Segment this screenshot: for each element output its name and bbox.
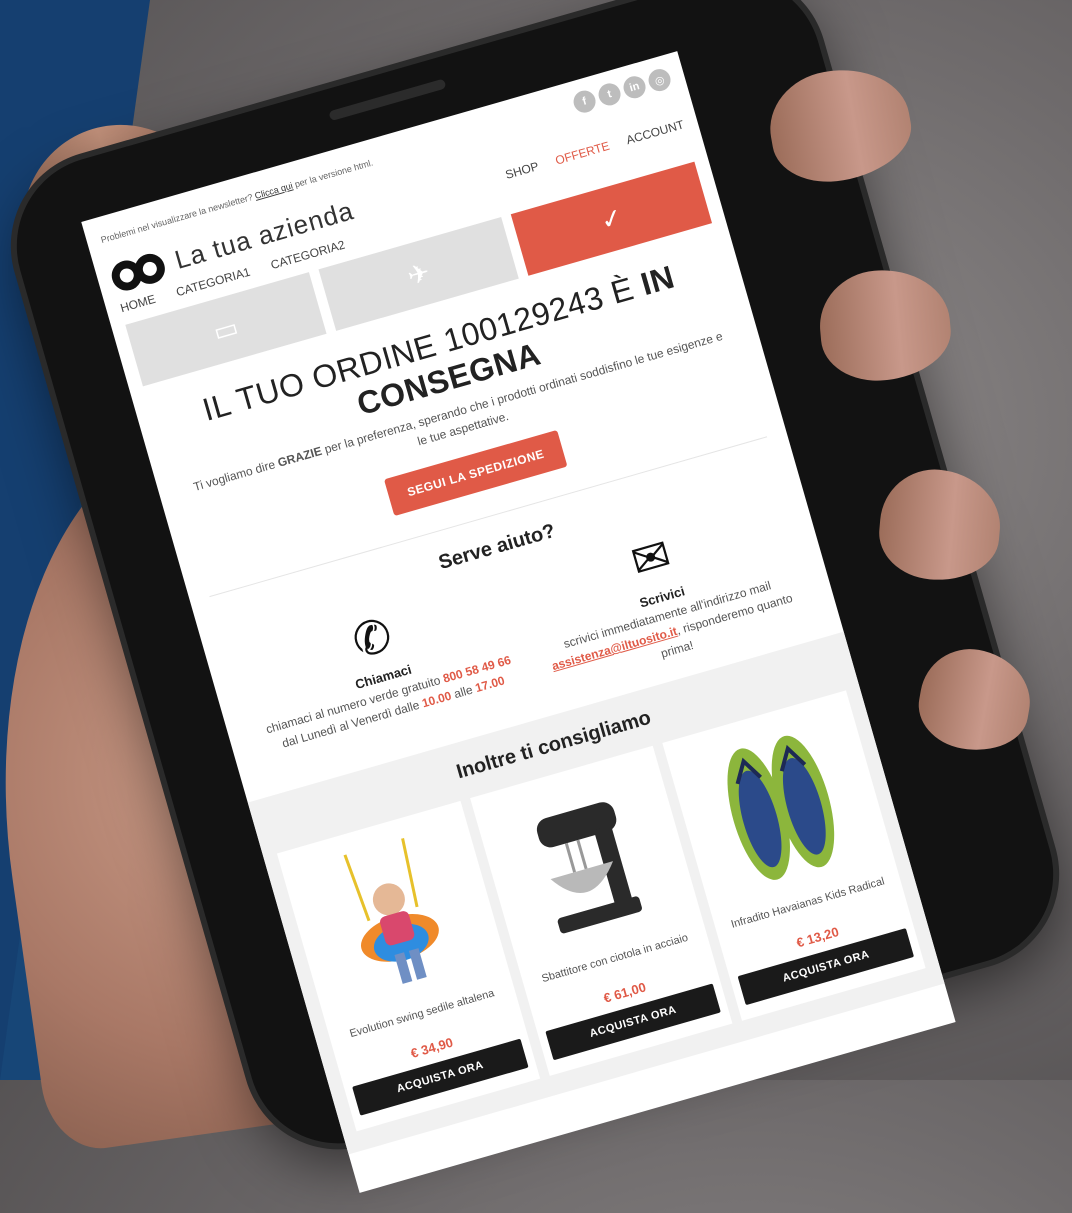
- check-icon: ✓: [596, 200, 627, 236]
- instagram-icon[interactable]: ◎: [645, 66, 674, 94]
- product-list: Evolution swing sedile altalena € 34,90 …: [276, 690, 926, 1132]
- call-to-time: 17.00: [473, 673, 507, 696]
- twitter-icon[interactable]: t: [595, 80, 624, 109]
- facebook-icon[interactable]: f: [570, 87, 599, 116]
- nav-home[interactable]: HOME: [119, 292, 157, 315]
- order-sub-bold: GRAZIE: [275, 443, 324, 470]
- linkedin-icon[interactable]: in: [620, 73, 649, 101]
- call-to-label: alle: [452, 682, 475, 702]
- notice-link[interactable]: Clicca qui: [254, 181, 294, 201]
- plane-icon: ✈: [403, 256, 434, 291]
- call-from-time: 10.00: [420, 688, 454, 711]
- phone-speaker: [328, 78, 447, 122]
- box-icon: ▭: [209, 311, 242, 347]
